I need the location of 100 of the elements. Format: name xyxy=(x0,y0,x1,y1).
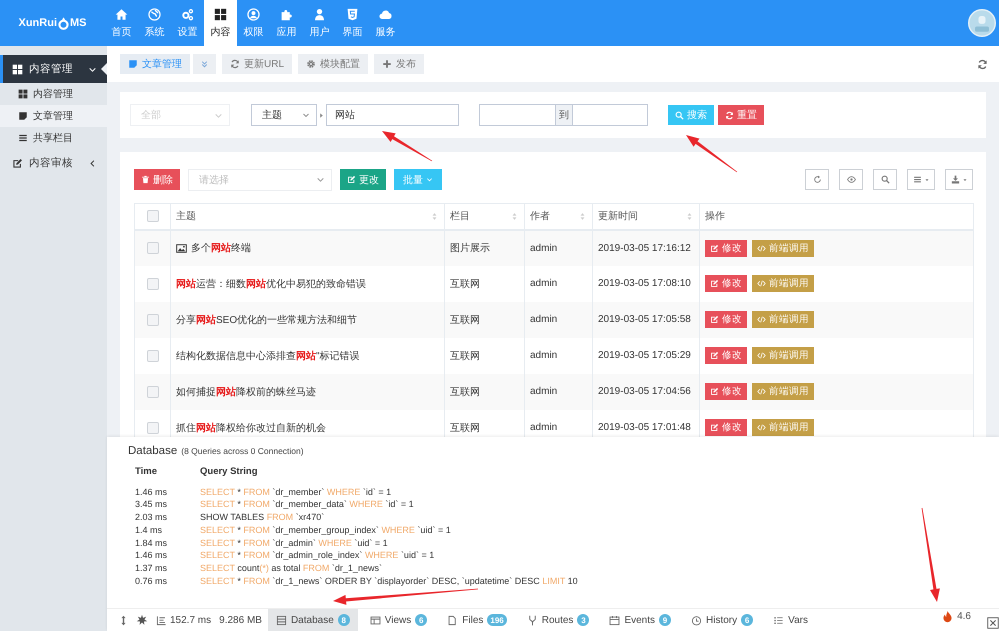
edit-button[interactable]: 修改 xyxy=(705,383,747,400)
row-checkbox[interactable] xyxy=(146,242,158,254)
table-cell[interactable]: 如何捕捉网站降权前的蛛丝马迹 xyxy=(176,384,316,398)
sidebar-subitem[interactable]: 内容管理 xyxy=(0,83,107,105)
table-cell: admin xyxy=(524,230,592,266)
edit-button[interactable]: 修改 xyxy=(705,311,747,328)
date-from-input[interactable] xyxy=(479,104,556,126)
code-button[interactable]: 前端调用 xyxy=(752,275,814,292)
toolbar-button[interactable]: 发布 xyxy=(374,54,424,74)
column-header[interactable]: 作者 xyxy=(530,209,550,224)
module-tab[interactable]: 文章管理 xyxy=(120,54,190,74)
field-select[interactable]: 主题 xyxy=(251,104,317,126)
double-chevron-icon xyxy=(200,60,209,68)
icon-button[interactable] xyxy=(839,169,863,190)
sort-icon[interactable] xyxy=(510,212,519,221)
sidebar-subitem[interactable]: 共享栏目 xyxy=(0,127,107,149)
query-time: 3.45 ms xyxy=(135,498,168,512)
sidebar-item[interactable]: 内容审核 xyxy=(29,156,82,170)
table-cell: 互联网 xyxy=(444,302,524,338)
edit-button[interactable]: 修改 xyxy=(705,347,747,364)
code-button[interactable]: 前端调用 xyxy=(752,419,814,436)
debug-tab[interactable]: Routes 3 xyxy=(518,608,598,631)
sort-icon[interactable] xyxy=(685,212,694,221)
code-button[interactable]: 前端调用 xyxy=(752,240,814,256)
icon-button[interactable] xyxy=(873,169,897,190)
dropdown-button[interactable] xyxy=(907,169,935,190)
query-time: 0.76 ms xyxy=(135,574,168,588)
edit-icon xyxy=(710,423,719,432)
code-button[interactable]: 前端调用 xyxy=(752,347,814,364)
table-cell: admin xyxy=(524,374,592,410)
keyword-input[interactable]: 网站 xyxy=(326,104,459,126)
close-icon[interactable] xyxy=(987,617,999,629)
nav-tab[interactable]: 应用 xyxy=(270,0,303,46)
nav-tab[interactable]: 首页 xyxy=(105,0,138,46)
select-all-checkbox[interactable] xyxy=(146,210,158,222)
column-header[interactable]: 主题 xyxy=(176,209,196,224)
dropdown-button[interactable] xyxy=(945,169,973,190)
table-cell[interactable]: 多个网站终端 xyxy=(191,241,251,255)
avatar-icon[interactable] xyxy=(968,9,996,37)
column-header[interactable]: 栏目 xyxy=(450,209,470,224)
chevron-down-icon xyxy=(426,176,433,183)
query-time: 1.46 ms xyxy=(135,486,168,498)
query-text: SELECT * FROM `dr_member` WHERE `id` = 1 xyxy=(200,486,392,498)
refresh-icon xyxy=(725,110,734,120)
change-button[interactable]: 更改 xyxy=(340,169,386,190)
table-cell[interactable]: 抓住网站降权给你改过自新的机会 xyxy=(176,420,326,434)
row-checkbox[interactable] xyxy=(146,278,158,290)
toolbar-button[interactable]: 模块配置 xyxy=(298,54,368,74)
code-icon xyxy=(757,279,766,288)
row-checkbox[interactable] xyxy=(146,422,158,434)
search-button[interactable]: 搜索 xyxy=(668,105,714,125)
debug-tab[interactable]: Vars xyxy=(765,608,816,631)
reset-button[interactable]: 重置 xyxy=(718,105,764,125)
delete-button[interactable]: 删除 xyxy=(134,169,180,190)
debug-tab[interactable]: Database 8 xyxy=(268,608,358,631)
row-checkbox[interactable] xyxy=(146,386,158,398)
row-checkbox[interactable] xyxy=(146,350,158,362)
table-cell[interactable]: 网站运营：细数网站优化中易犯的致命错误 xyxy=(176,276,366,290)
nav-tab[interactable]: 权限 xyxy=(237,0,270,46)
date-to-input[interactable] xyxy=(572,104,648,126)
debug-tab[interactable]: History 6 xyxy=(683,608,762,631)
search-icon xyxy=(880,175,890,184)
edit-icon xyxy=(347,175,356,184)
version-text: 4.6 xyxy=(957,610,971,622)
edit-button[interactable]: 修改 xyxy=(705,419,747,436)
edit-icon xyxy=(710,387,719,396)
debug-tab[interactable]: Events 9 xyxy=(601,608,680,631)
debug-tab[interactable]: Views 6 xyxy=(362,608,436,631)
debug-tab[interactable]: Files 196 xyxy=(439,608,515,631)
batch-button[interactable]: 批量 xyxy=(394,169,442,190)
sidebar-subitem[interactable]: 文章管理 xyxy=(0,105,107,127)
trash-icon xyxy=(141,175,150,184)
table-cell: 互联网 xyxy=(444,374,524,410)
nav-tab[interactable]: 设置 xyxy=(171,0,204,46)
edit-button[interactable]: 修改 xyxy=(705,240,747,256)
sort-icon[interactable] xyxy=(430,212,439,221)
annotation-arrow xyxy=(382,131,432,162)
refresh-icon[interactable] xyxy=(977,58,988,70)
query-text: SELECT count(*) as total FROM `dr_1_news` xyxy=(200,562,383,575)
query-text: SELECT * FROM `dr_member_data` WHERE `id` = 1 xyxy=(200,498,415,512)
query-text: SHOW TABLES FROM `xr470` xyxy=(200,511,326,524)
nav-tab[interactable]: 系统 xyxy=(138,0,171,46)
row-checkbox[interactable] xyxy=(146,314,158,326)
nav-tab[interactable]: 界面 xyxy=(336,0,369,46)
code-button[interactable]: 前端调用 xyxy=(752,383,814,400)
table-cell: 2019-03-05 17:05:58 xyxy=(592,302,700,338)
sort-icon[interactable] xyxy=(578,212,587,221)
table-cell[interactable]: 结构化数据信息中心添排查网站"标记错误 xyxy=(176,348,360,362)
user-icon xyxy=(313,8,326,20)
icon-button[interactable] xyxy=(805,169,829,190)
nav-tab[interactable]: 用户 xyxy=(303,0,336,46)
query-time: 1.46 ms xyxy=(135,549,168,562)
table-icon xyxy=(276,614,287,626)
edit-button[interactable]: 修改 xyxy=(705,275,747,292)
nav-tab[interactable]: 内容 xyxy=(204,0,237,46)
toolbar-button[interactable]: 更新URL xyxy=(222,54,292,74)
burst-icon[interactable] xyxy=(136,614,148,626)
code-button[interactable]: 前端调用 xyxy=(752,311,814,328)
nav-tab[interactable]: 服务 xyxy=(369,0,402,46)
expand-button[interactable] xyxy=(193,54,216,74)
